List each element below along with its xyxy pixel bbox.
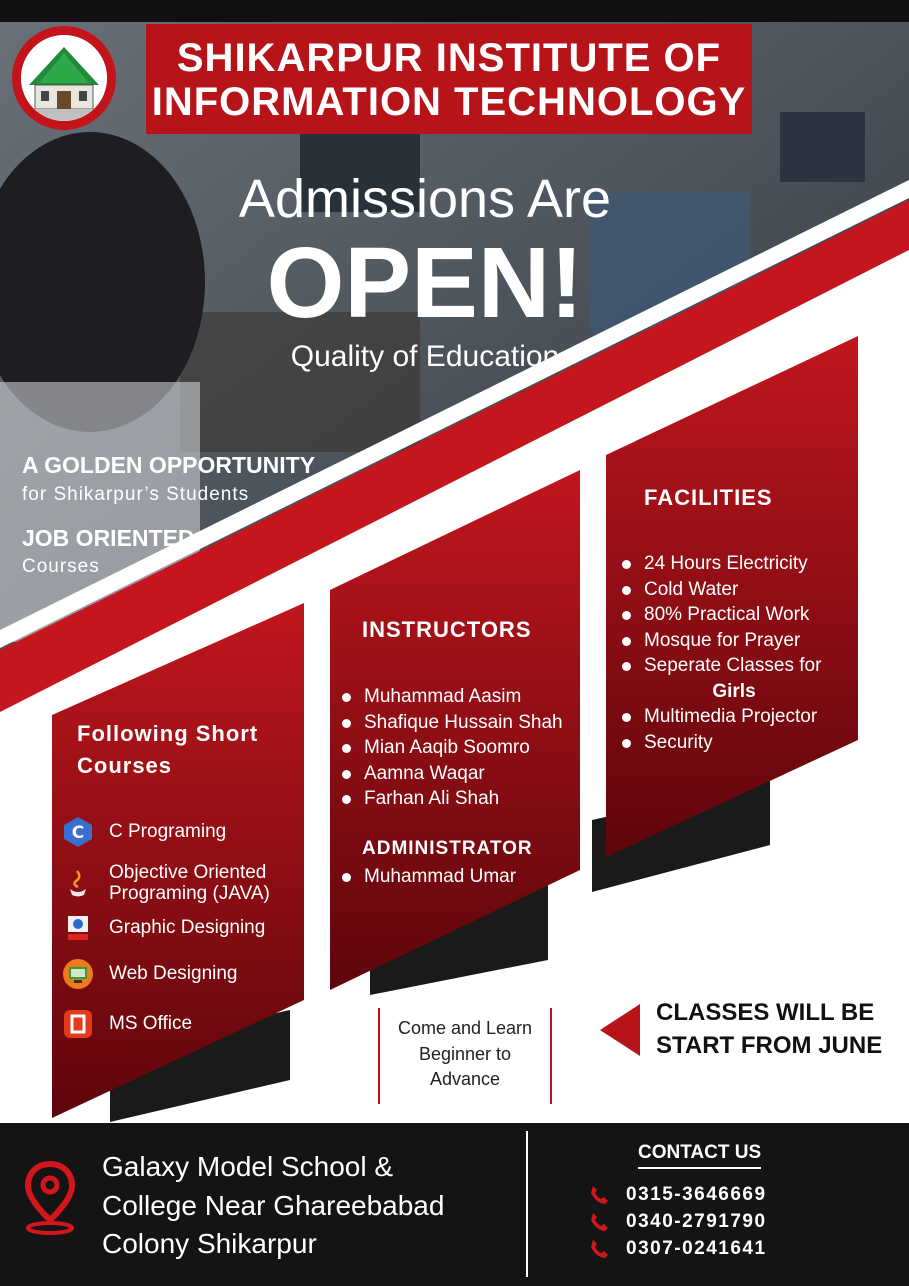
come-line-3: Advance [429,1069,501,1089]
instructor-name: Shafique Hussain Shah [340,710,563,736]
institute-title-banner: SHIKARPUR INSTITUTE OF INFORMATION TECHN… [146,24,752,134]
address: Galaxy Model School & College Near Ghare… [102,1148,444,1264]
phone-icon [591,1213,608,1231]
instructor-name: Aamna Waqar [340,761,563,787]
course-item: C C Programing [62,816,226,848]
phone-entry[interactable]: 0315-3646669 [588,1184,767,1206]
facility-item: Security [620,730,824,756]
facility-item: Seperate Classes for Girls [620,653,824,704]
address-line-3: Colony Shikarpur [102,1228,317,1259]
title-line-2: INFORMATION TECHNOLOGY [151,80,747,124]
facility-item: 24 Hours Electricity [620,551,824,577]
facility-item: Cold Water [620,577,824,603]
address-line-2: College Near Ghareebabad [102,1189,445,1221]
instructors-list: Muhammad Aasim Shafique Hussain Shah Mia… [340,684,563,812]
administrator-name: Muhammad Umar [340,864,516,890]
facility-girls: Girls [712,680,756,702]
phone-icon [591,1186,608,1204]
instructor-name: Muhammad Aasim [340,684,563,710]
administrator-list: Muhammad Umar [340,864,516,890]
graphic-design-icon [68,916,88,940]
classes-line-1: CLASSES WILL BE [656,999,875,1026]
course-label-line-2: Programing (JAVA) [109,883,270,904]
facility-item-text: Seperate Classes for [644,655,822,676]
course-item: Graphic Designing [62,912,265,944]
courses-title-line-2: Courses [77,753,173,778]
course-item: Web Designing [62,958,238,990]
instructor-name: Mian Aaqib Soomro [340,735,563,761]
course-label: MS Office [109,1013,193,1034]
course-item: MS Office [62,1008,192,1040]
course-item: Objective Oriented Programing (JAVA) [62,862,270,904]
open-heading: OPEN! [266,227,584,339]
phone-number[interactable]: 0340-2791790 [626,1211,767,1233]
web-design-icon [63,959,93,989]
instructor-name: Farhan Ali Shah [340,786,563,812]
come-and-learn-box: Come and Learn Beginner to Advance [378,1008,552,1104]
title-line-1: SHIKARPUR INSTITUTE OF [176,36,722,80]
facility-item: Mosque for Prayer [620,628,824,654]
golden-opportunity-subtext: for Shikarpur’s Students [22,484,250,505]
phone-entry[interactable]: 0307-0241641 [588,1238,767,1260]
facilities-title: FACILITIES [644,485,773,510]
phone-entry[interactable]: 0340-2791790 [588,1211,767,1233]
job-oriented-subtext: Courses [22,556,100,577]
golden-opportunity-heading: A GOLDEN OPPORTUNITY [22,452,316,478]
map-pin-icon [24,1160,76,1235]
svg-text:C: C [72,823,84,843]
come-line-2: Beginner to [418,1043,512,1064]
institute-logo [12,26,116,130]
course-label: Graphic Designing [109,917,266,938]
course-label: Objective Oriented [109,862,267,883]
facility-item: 80% Practical Work [620,602,824,628]
contact-us-title: CONTACT US [638,1142,762,1169]
java-icon [70,870,86,897]
address-line-1: Galaxy Model School & [102,1151,394,1182]
courses-title: Following Short Courses [77,718,258,782]
job-oriented-heading: JOB ORIENTED [22,525,195,551]
admissions-heading: Admissions Are [238,169,612,229]
ms-office-icon [64,1010,92,1038]
instructors-title: INSTRUCTORS [362,617,532,642]
phone-number[interactable]: 0315-3646669 [626,1184,767,1206]
c-language-icon: C [64,817,92,847]
quality-tagline: Quality of Education [290,340,560,373]
course-label: C Programing [109,821,227,842]
phone-number[interactable]: 0307-0241641 [626,1238,767,1260]
classes-line-2: START FROM JUNE [656,1032,883,1059]
phone-icon [591,1240,608,1258]
institute-building-logo-icon [21,35,107,121]
footer-divider [526,1131,528,1277]
course-label: Web Designing [109,963,238,984]
facility-item: Multimedia Projector [620,704,824,730]
come-line-1: Come and Learn [397,1018,533,1038]
courses-title-line-1: Following Short [77,721,259,746]
administrator-title: ADMINISTRATOR [362,838,533,859]
facilities-list: 24 Hours Electricity Cold Water 80% Prac… [620,551,824,755]
classes-start-notice: CLASSES WILL BE START FROM JUNE [656,996,882,1062]
